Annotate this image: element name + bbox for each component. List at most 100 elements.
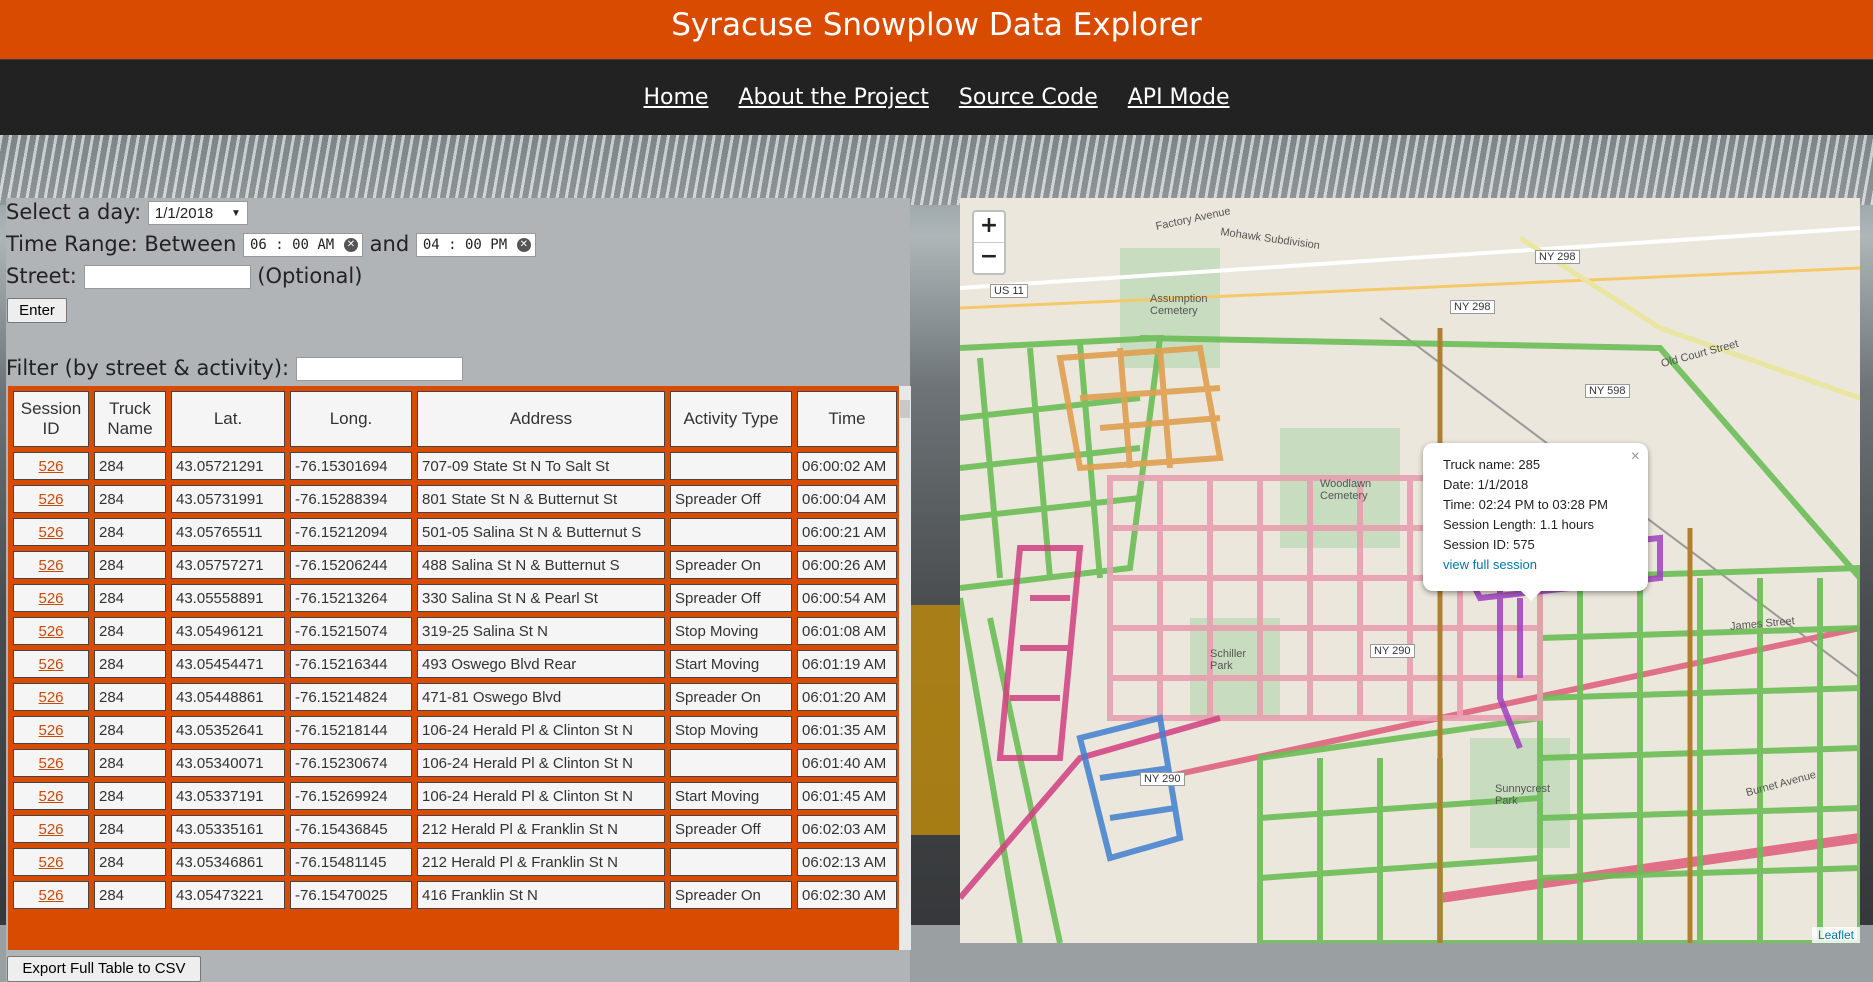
filter-input[interactable]	[295, 357, 463, 381]
table-scrollbar[interactable]	[899, 386, 911, 950]
filter-row: Filter (by street & activity):	[6, 356, 463, 381]
day-label: Select a day:	[6, 200, 142, 224]
cell-long: -76.15212094	[290, 518, 412, 546]
session-link[interactable]: 526	[38, 491, 63, 508]
background-trees	[0, 135, 1873, 205]
cell-lat: 43.05496121	[171, 617, 285, 645]
cell-activity: Spreader On	[670, 551, 792, 579]
session-link[interactable]: 526	[38, 854, 63, 871]
table-row: 526 284 43.05454471 -76.15216344 493 Oswego …	[13, 650, 897, 678]
nav-about-link[interactable]: About the Project	[738, 85, 928, 110]
cell-truck: 284	[94, 617, 166, 645]
cell-address: 471-81 Oswego Blvd	[417, 683, 665, 711]
cell-lat: 43.05340071	[171, 749, 285, 777]
zoom-out-button[interactable]: −	[974, 242, 1004, 273]
table-row: 526 284 43.05340071 -76.15230674 106-24 Hera…	[13, 749, 897, 777]
cell-long: -76.15230674	[290, 749, 412, 777]
cell-truck: 284	[94, 815, 166, 843]
cell-truck: 284	[94, 485, 166, 513]
enter-button[interactable]: Enter	[7, 298, 67, 323]
zoom-in-button[interactable]: +	[974, 212, 1004, 242]
view-session-link[interactable]: view full session	[1443, 557, 1537, 572]
session-link[interactable]: 526	[38, 821, 63, 838]
nav-api-link[interactable]: API Mode	[1128, 85, 1230, 110]
header-activity: Activity Type	[670, 391, 792, 447]
session-link[interactable]: 526	[38, 887, 63, 904]
cell-lat: 43.05448861	[171, 683, 285, 711]
table-row: 526 284 43.05337191 -76.15269924 106-24 Hera…	[13, 782, 897, 810]
cell-lat: 43.05558891	[171, 584, 285, 612]
popup-length: Session Length: 1.1 hours	[1443, 517, 1595, 532]
session-link[interactable]: 526	[38, 590, 63, 607]
map-label: Woodlawn Cemetery	[1320, 478, 1372, 502]
table-row: 526 284 43.05765511 -76.15212094 501-05 Sali…	[13, 518, 897, 546]
session-link[interactable]: 526	[38, 524, 63, 541]
session-link[interactable]: 526	[38, 689, 63, 706]
cell-address: 319-25 Salina St N	[417, 617, 665, 645]
zoom-control: + −	[972, 210, 1006, 275]
cell-session-id: 526	[13, 485, 89, 513]
popup-time: Time: 02:24 PM to 03:28 PM	[1443, 497, 1608, 512]
session-link[interactable]: 526	[38, 722, 63, 739]
nav-source-link[interactable]: Source Code	[959, 85, 1098, 110]
session-link[interactable]: 526	[38, 788, 63, 805]
cell-activity: Stop Moving	[670, 617, 792, 645]
cell-session-id: 526	[13, 782, 89, 810]
session-link[interactable]: 526	[38, 458, 63, 475]
cell-session-id: 526	[13, 617, 89, 645]
time-label: Time Range: Between	[6, 232, 237, 256]
time-start-input[interactable]: 06 : 00 AM ✕	[242, 233, 363, 257]
street-row: Street: (Optional)	[6, 264, 362, 289]
day-select[interactable]: 1/1/2018 ▼	[147, 201, 248, 225]
session-link[interactable]: 526	[38, 623, 63, 640]
map-label: Sunnycrest Park	[1495, 783, 1551, 807]
cell-address: 212 Herald Pl & Franklin St N	[417, 815, 665, 843]
export-csv-button[interactable]: Export Full Table to CSV	[7, 956, 201, 982]
cell-long: -76.15213264	[290, 584, 412, 612]
cell-long: -76.15470025	[290, 881, 412, 909]
cell-address: 493 Oswego Blvd Rear	[417, 650, 665, 678]
clear-start-icon[interactable]: ✕	[343, 238, 358, 252]
cell-session-id: 526	[13, 683, 89, 711]
close-icon[interactable]: ×	[1631, 447, 1640, 467]
map-shield: NY 290	[1140, 772, 1185, 786]
cell-address: 801 State St N & Butternut St	[417, 485, 665, 513]
scrollbar-thumb[interactable]	[900, 400, 910, 418]
cell-session-id: 526	[13, 518, 89, 546]
cell-long: -76.15269924	[290, 782, 412, 810]
cell-activity: Spreader Off	[670, 584, 792, 612]
session-link[interactable]: 526	[38, 557, 63, 574]
cell-time: 06:02:03 AM	[797, 815, 897, 843]
cell-lat: 43.05721291	[171, 452, 285, 480]
cell-address: 106-24 Herald Pl & Clinton St N	[417, 716, 665, 744]
session-link[interactable]: 526	[38, 656, 63, 673]
nav-home-link[interactable]: Home	[644, 85, 709, 110]
cell-long: -76.15481145	[290, 848, 412, 876]
cell-lat: 43.05473221	[171, 881, 285, 909]
cell-truck: 284	[94, 452, 166, 480]
clear-end-icon[interactable]: ✕	[516, 238, 531, 252]
cell-time: 06:01:20 AM	[797, 683, 897, 711]
cell-address: 416 Franklin St N	[417, 881, 665, 909]
cell-time: 06:02:13 AM	[797, 848, 897, 876]
map-shield: NY 298	[1450, 300, 1495, 314]
cell-truck: 284	[94, 650, 166, 678]
cell-truck: 284	[94, 848, 166, 876]
snowplow-map[interactable]: US 11 NY 298 NY 298 NY 290 NY 290 NY 598…	[960, 198, 1860, 943]
cell-session-id: 526	[13, 551, 89, 579]
street-input[interactable]	[83, 265, 251, 289]
cell-session-id: 526	[13, 881, 89, 909]
map-routes	[960, 198, 1860, 943]
cell-time: 06:00:02 AM	[797, 452, 897, 480]
time-end-input[interactable]: 04 : 00 PM ✕	[415, 233, 536, 257]
leaflet-attribution[interactable]: Leaflet	[1811, 927, 1860, 943]
cell-long: -76.15301694	[290, 452, 412, 480]
session-link[interactable]: 526	[38, 755, 63, 772]
table-row: 526 284 43.05496121 -76.15215074 319-25 Sali…	[13, 617, 897, 645]
app-title: Syracuse Snowplow Data Explorer	[671, 7, 1202, 43]
cell-long: -76.15206244	[290, 551, 412, 579]
cell-address: 501-05 Salina St N & Butternut S	[417, 518, 665, 546]
table-row: 526 284 43.05731991 -76.15288394 801 State S…	[13, 485, 897, 513]
cell-truck: 284	[94, 551, 166, 579]
map-label: Assumption Cemetery	[1150, 293, 1208, 317]
